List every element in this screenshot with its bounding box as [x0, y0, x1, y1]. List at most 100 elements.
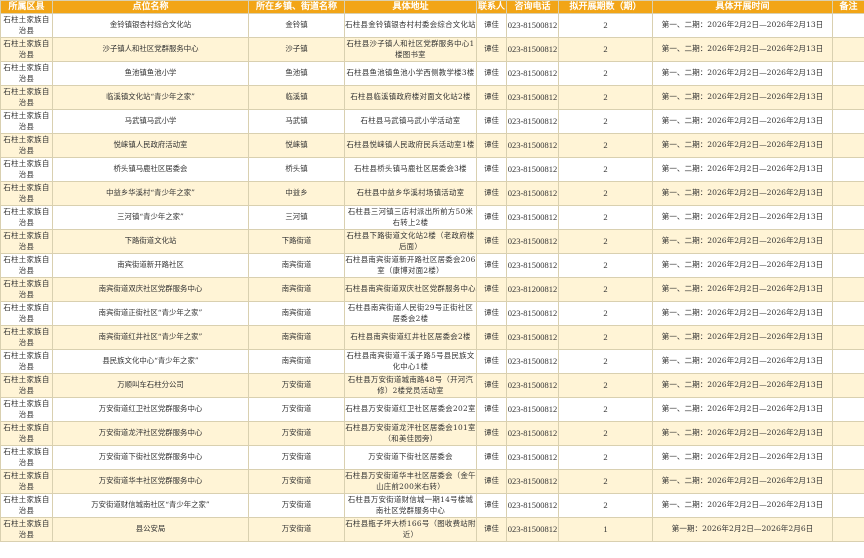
phone-cell: 023-81500812 [506, 445, 559, 470]
session-count-cell: 2 [558, 181, 653, 206]
address-cell: 石柱县悦崃镇人民政府民兵活动室1楼 [344, 133, 477, 158]
township-cell: 南宾街道 [248, 253, 345, 278]
district-cell: 石柱土家族自治县 [0, 229, 53, 254]
schedule-cell: 第一、二期：2026年2月2日—2026年2月13日 [652, 109, 833, 134]
township-cell: 下路街道 [248, 229, 345, 254]
district-cell: 石柱土家族自治县 [0, 85, 53, 110]
remarks-cell [832, 85, 864, 110]
remarks-cell [832, 445, 864, 470]
remarks-cell [832, 109, 864, 134]
contact-cell: 谭佳 [476, 301, 507, 326]
contact-cell: 谭佳 [476, 493, 507, 518]
session-count-cell: 2 [558, 445, 653, 470]
contact-cell: 谭佳 [476, 397, 507, 422]
table-row: 石柱土家族自治县 中益乡华溪村“青少年之家” 中益乡 石柱县中益乡华溪村场镇活动室 谭佳… [0, 181, 864, 206]
address-cell: 石柱县万安街道华丰社区居委会（金午山庄前200米右转） [344, 469, 477, 494]
district-cell: 石柱土家族自治县 [0, 61, 53, 86]
address-cell: 石柱县临溪镇政府楼对面文化站2楼 [344, 85, 477, 110]
township-cell: 万安街道 [248, 397, 345, 422]
session-count-cell: 2 [558, 349, 653, 374]
venue-name-cell: 金铃镇银杏村综合文化站 [52, 13, 249, 38]
phone-cell: 023-81500812 [506, 133, 559, 158]
schedule-cell: 第一、二期：2026年2月2日—2026年2月13日 [652, 445, 833, 470]
district-cell: 石柱土家族自治县 [0, 349, 53, 374]
venue-name-cell: 南宾街道红井社区“青少年之家” [52, 325, 249, 350]
schedule-cell: 第一、二期：2026年2月2日—2026年2月13日 [652, 253, 833, 278]
schedule-cell: 第一、二期：2026年2月2日—2026年2月13日 [652, 397, 833, 422]
schedule-cell: 第一、二期：2026年2月2日—2026年2月13日 [652, 325, 833, 350]
township-cell: 万安街道 [248, 493, 345, 518]
district-cell: 石柱土家族自治县 [0, 469, 53, 494]
session-count-cell: 2 [558, 109, 653, 134]
township-cell: 悦崃镇 [248, 133, 345, 158]
schedule-cell: 第一、二期：2026年2月2日—2026年2月13日 [652, 205, 833, 230]
remarks-cell [832, 421, 864, 446]
venue-name-cell: 万安街道财信城南社区“青少年之家” [52, 493, 249, 518]
township-cell: 南宾街道 [248, 301, 345, 326]
session-count-cell: 2 [558, 277, 653, 302]
session-count-cell: 2 [558, 13, 653, 38]
phone-cell: 023-81500812 [506, 493, 559, 518]
contact-cell: 谭佳 [476, 13, 507, 38]
venue-name-cell: 南宾街道新开路社区 [52, 253, 249, 278]
remarks-cell [832, 493, 864, 518]
remarks-cell [832, 37, 864, 62]
venue-name-cell: 万顺叫车石柱分公司 [52, 373, 249, 398]
schedule-cell: 第一、二期：2026年2月2日—2026年2月13日 [652, 61, 833, 86]
address-cell: 石柱县万安街道龙泙社区居委会101室（和美佳园旁） [344, 421, 477, 446]
address-cell: 万安街道下街社区居委会 [344, 445, 477, 470]
phone-cell: 023-81500812 [506, 373, 559, 398]
address-cell: 石柱县南宾街道红井社区居委会2楼 [344, 325, 477, 350]
remarks-cell [832, 349, 864, 374]
session-count-cell: 2 [558, 37, 653, 62]
district-cell: 石柱土家族自治县 [0, 181, 53, 206]
table-row: 石柱土家族自治县 南宾街道正街社区“青少年之家” 南宾街道 石柱县南宾街道人民街29号… [0, 301, 864, 326]
venue-name-cell: 沙子镇人和社区党群服务中心 [52, 37, 249, 62]
district-cell: 石柱土家族自治县 [0, 325, 53, 350]
column-header-schedule: 具体开展时间 [652, 0, 833, 14]
address-cell: 石柱县南宾街道新开路社区居委会206室（康博对面2楼） [344, 253, 477, 278]
contact-cell: 谭佳 [476, 517, 507, 542]
column-header-phone: 咨询电话 [506, 0, 559, 14]
schedule-cell: 第一、二期：2026年2月2日—2026年2月13日 [652, 181, 833, 206]
venue-name-cell: 县公安局 [52, 517, 249, 542]
phone-cell: 023-81500812 [506, 205, 559, 230]
contact-cell: 谭佳 [476, 253, 507, 278]
remarks-cell [832, 157, 864, 182]
address-cell: 石柱县瓶子坪大桥166号（图收费站附近） [344, 517, 477, 542]
address-cell: 石柱县南宾街道人民街29号正街社区居委会2楼 [344, 301, 477, 326]
phone-cell: 023-81500812 [506, 13, 559, 38]
column-header-remarks: 备注 [832, 0, 864, 14]
table-row: 石柱土家族自治县 万安街道华丰社区党群服务中心 万安街道 石柱县万安街道华丰社区居委会… [0, 469, 864, 494]
venue-name-cell: 下路街道文化站 [52, 229, 249, 254]
address-cell: 石柱县马武镇马武小学活动室 [344, 109, 477, 134]
column-header-venue-name: 点位名称 [52, 0, 249, 14]
contact-cell: 谭佳 [476, 37, 507, 62]
phone-cell: 023-81500812 [506, 349, 559, 374]
district-cell: 石柱土家族自治县 [0, 277, 53, 302]
contact-cell: 谭佳 [476, 229, 507, 254]
township-cell: 沙子镇 [248, 37, 345, 62]
session-count-cell: 2 [558, 373, 653, 398]
contact-cell: 谭佳 [476, 133, 507, 158]
session-count-cell: 2 [558, 229, 653, 254]
venue-name-cell: 临溪镇文化站“青少年之家” [52, 85, 249, 110]
table-row: 石柱土家族自治县 三河镇“青少年之家” 三河镇 石柱县三河镇三店村派出所前方50米右转… [0, 205, 864, 230]
table-row: 石柱土家族自治县 桥头镇马鹿社区居委会 桥头镇 石柱县桥头镇马鹿社区居委会3楼 谭佳 02… [0, 157, 864, 182]
remarks-cell [832, 181, 864, 206]
remarks-cell [832, 469, 864, 494]
session-count-cell: 2 [558, 157, 653, 182]
table-row: 石柱土家族自治县 县公安局 万安街道 石柱县瓶子坪大桥166号（图收费站附近） 谭佳 02… [0, 517, 864, 542]
table-row: 石柱土家族自治县 南宾街道新开路社区 南宾街道 石柱县南宾街道新开路社区居委会206室… [0, 253, 864, 278]
session-count-cell: 2 [558, 85, 653, 110]
venue-name-cell: 马武镇马武小学 [52, 109, 249, 134]
district-cell: 石柱土家族自治县 [0, 157, 53, 182]
phone-cell: 023-81500812 [506, 253, 559, 278]
phone-cell: 023-81200812 [506, 277, 559, 302]
district-cell: 石柱土家族自治县 [0, 133, 53, 158]
phone-cell: 023-81500812 [506, 157, 559, 182]
contact-cell: 谭佳 [476, 349, 507, 374]
district-cell: 石柱土家族自治县 [0, 445, 53, 470]
township-cell: 马武镇 [248, 109, 345, 134]
contact-cell: 谭佳 [476, 373, 507, 398]
